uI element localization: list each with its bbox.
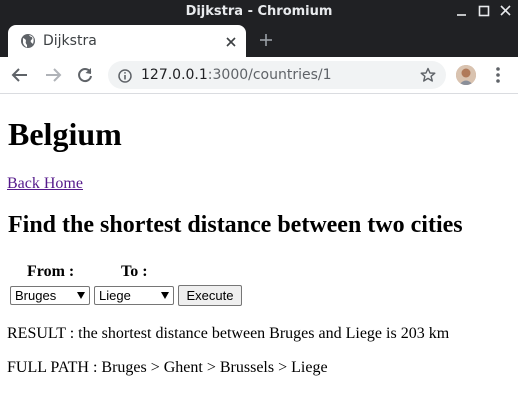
new-tab-icon[interactable] (258, 32, 274, 48)
address-bar[interactable]: 127.0.0.1:3000/countries/1 (108, 61, 446, 89)
page-title: Belgium (8, 116, 122, 152)
from-city-select[interactable]: Bruges (10, 286, 90, 305)
dropdown-arrow-icon (161, 292, 169, 299)
back-home-link[interactable]: Back Home (7, 175, 83, 193)
info-icon[interactable] (118, 68, 132, 83)
to-city-value: Liege (99, 288, 131, 303)
section-heading: Find the shortest distance between two c… (8, 212, 463, 238)
reload-icon[interactable] (75, 65, 95, 85)
globe-icon (20, 33, 36, 49)
from-city-value: Bruges (15, 288, 57, 303)
tab-title: Dijkstra (43, 33, 97, 49)
window-titlebar: Dijkstra - Chromium (0, 0, 518, 23)
full-path-text: FULL PATH : Bruges > Ghent > Brussels > … (7, 359, 328, 376)
menu-kebab-icon[interactable] (490, 65, 506, 85)
to-label: To : (121, 263, 148, 280)
dropdown-arrow-icon (77, 292, 85, 299)
profile-avatar[interactable] (456, 65, 476, 85)
page-content: Belgium Back Home Find the shortest dist… (0, 95, 518, 415)
url-host: 127.0.0.1 (141, 67, 208, 83)
tab-close-icon[interactable] (224, 34, 238, 48)
tab-dijkstra[interactable]: Dijkstra (8, 25, 246, 57)
back-arrow-icon[interactable] (10, 65, 30, 85)
tab-strip: Dijkstra (0, 23, 518, 57)
maximize-icon[interactable] (475, 3, 493, 20)
window-title: Dijkstra - Chromium (185, 4, 333, 19)
to-city-select[interactable]: Liege (94, 286, 174, 305)
result-text: RESULT : the shortest distance between B… (7, 325, 450, 342)
execute-button[interactable]: Execute (178, 285, 242, 306)
minimize-icon[interactable] (453, 3, 471, 20)
url-path: :3000/countries/1 (207, 67, 332, 83)
from-label: From : (27, 263, 75, 280)
forward-arrow-icon[interactable] (43, 65, 63, 85)
browser-toolbar: 127.0.0.1:3000/countries/1 (0, 57, 518, 94)
close-window-icon[interactable] (497, 3, 515, 20)
url-text: 127.0.0.1:3000/countries/1 (141, 67, 332, 83)
bookmark-star-icon[interactable] (420, 67, 436, 83)
